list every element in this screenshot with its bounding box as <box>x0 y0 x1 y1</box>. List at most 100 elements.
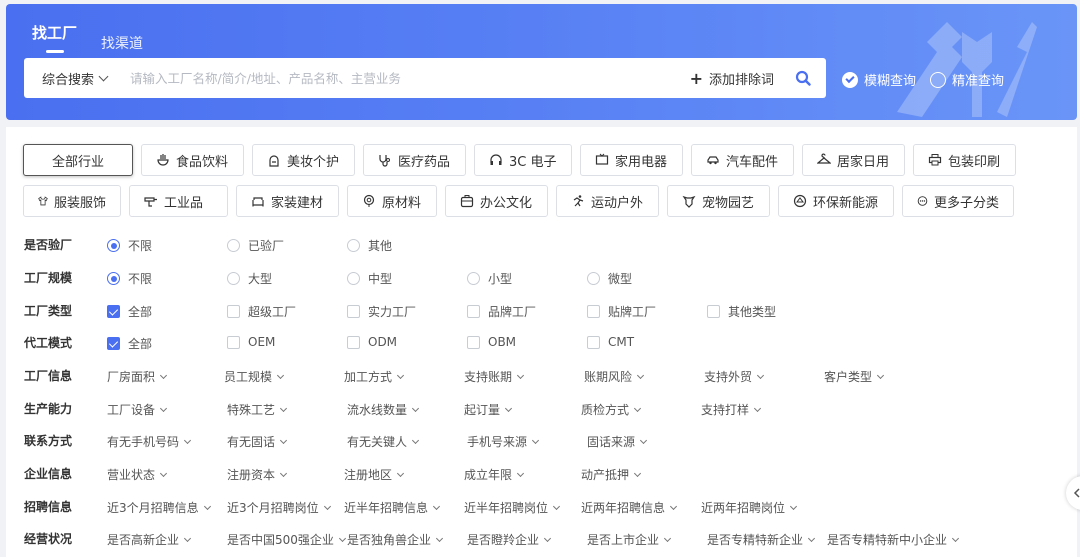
dropdown-high-tech[interactable]: 是否高新企业 <box>107 531 192 548</box>
industry-sports[interactable]: 运动户外 <box>556 185 659 217</box>
search-button[interactable] <box>788 63 818 93</box>
industry-3c[interactable]: 3C 电子 <box>474 144 572 176</box>
dropdown-payment-term[interactable]: 支持账期 <box>464 368 525 385</box>
dropdown-hiring-2y-info[interactable]: 近两年招聘信息 <box>581 499 678 516</box>
industry-household[interactable]: 居家日用 <box>802 144 905 176</box>
industry-label: 运动户外 <box>591 195 644 211</box>
industry-label: 原材料 <box>382 195 422 211</box>
chevron-down-icon <box>951 534 960 542</box>
search-scope-select[interactable]: 综合搜索 <box>24 69 122 88</box>
dropdown-equipment[interactable]: 工厂设备 <box>107 401 168 418</box>
industry-all[interactable]: 全部行业 <box>23 144 133 176</box>
dropdown-moq[interactable]: 起订量 <box>464 401 513 418</box>
dropdown-factory-area[interactable]: 厂房面积 <box>107 368 168 385</box>
dropdown-chattel-mortgage[interactable]: 动产抵押 <box>581 466 642 483</box>
checkbox-type-strength[interactable]: 实力工厂 <box>347 303 416 320</box>
filter-row-business: 经营状况 <box>24 528 107 548</box>
checkbox-oem-obm[interactable]: OBM <box>467 335 516 349</box>
filter-label: 是否验厂 <box>24 237 73 252</box>
industry-raw-material[interactable]: 原材料 <box>347 185 437 217</box>
filter-row-factory-info: 工厂信息 <box>24 365 107 385</box>
dropdown-label: 注册地区 <box>344 468 393 482</box>
dropdown-staff-size[interactable]: 员工规模 <box>224 368 285 385</box>
dropdown-line-count[interactable]: 流水线数量 <box>347 401 420 418</box>
checkbox-oem-cmt[interactable]: CMT <box>587 335 634 349</box>
dropdown-registered-capital[interactable]: 注册资本 <box>227 466 288 483</box>
checkbox-type-all[interactable]: 全部 <box>107 303 152 320</box>
exact-query-radio[interactable]: 精准查询 <box>930 70 1004 89</box>
industry-appliance[interactable]: 家用电器 <box>580 144 683 176</box>
checkbox-oem-all[interactable]: 全部 <box>107 335 152 352</box>
radio-scale-medium[interactable]: 中型 <box>347 270 392 287</box>
dropdown-mobile-source[interactable]: 手机号来源 <box>467 433 540 450</box>
add-exclude-word-button[interactable]: + 添加排除词 <box>676 69 788 88</box>
checkbox-oem-odm[interactable]: ODM <box>347 335 397 349</box>
dropdown-years-established[interactable]: 成立年限 <box>464 466 525 483</box>
search-icon <box>795 70 811 86</box>
filter-row-hiring: 招聘信息 <box>24 496 107 516</box>
dropdown-foreign-trade[interactable]: 支持外贸 <box>704 368 765 385</box>
industry-medical[interactable]: 医疗药品 <box>363 144 466 176</box>
tab-find-factory[interactable]: 找工厂 <box>32 22 77 61</box>
dropdown-gazelle[interactable]: 是否瞪羚企业 <box>467 531 552 548</box>
checkbox-type-oem-label[interactable]: 贴牌工厂 <box>587 303 656 320</box>
checkbox-type-brand[interactable]: 品牌工厂 <box>467 303 536 320</box>
dropdown-hiring-6m-posts[interactable]: 近半年招聘岗位 <box>464 499 561 516</box>
dropdown-customer-type[interactable]: 客户类型 <box>824 368 885 385</box>
dropdown-process-method[interactable]: 加工方式 <box>344 368 405 385</box>
industry-packaging[interactable]: 包装印刷 <box>913 144 1016 176</box>
industry-more-button[interactable]: 更多子分类 <box>902 185 1014 217</box>
checkbox-type-other[interactable]: 其他类型 <box>707 303 776 320</box>
dropdown-label: 加工方式 <box>344 370 393 384</box>
dropdown-hiring-3m-posts[interactable]: 近3个月招聘岗位 <box>227 499 331 516</box>
radio-scale-large[interactable]: 大型 <box>227 270 272 287</box>
dropdown-listed[interactable]: 是否上市企业 <box>587 531 672 548</box>
dropdown-specialized[interactable]: 是否专精特新企业 <box>707 531 816 548</box>
industry-building[interactable]: 家装建材 <box>236 185 339 217</box>
dropdown-sampling[interactable]: 支持打样 <box>701 401 762 418</box>
checkbox-type-super[interactable]: 超级工厂 <box>227 303 296 320</box>
industry-label: 医疗药品 <box>398 154 451 170</box>
dropdown-label: 近3个月招聘岗位 <box>227 501 319 515</box>
industry-office[interactable]: 办公文化 <box>445 185 548 217</box>
dropdown-unicorn[interactable]: 是否独角兽企业 <box>347 531 444 548</box>
radio-scale-small[interactable]: 小型 <box>467 270 512 287</box>
search-input[interactable] <box>122 70 676 86</box>
plus-icon: + <box>689 68 703 88</box>
dropdown-qc-method[interactable]: 质检方式 <box>581 401 642 418</box>
dropdown-has-mobile[interactable]: 有无手机号码 <box>107 433 192 450</box>
dropdown-hiring-6m-info[interactable]: 近半年招聘信息 <box>344 499 441 516</box>
query-mode-group: 模糊查询 精准查询 <box>842 70 1004 89</box>
dropdown-business-status[interactable]: 营业状态 <box>107 466 168 483</box>
dropdown-top500[interactable]: 是否中国500强企业 <box>227 531 346 548</box>
lipstick-icon <box>269 155 279 167</box>
radio-verified-other[interactable]: 其他 <box>347 237 392 254</box>
radio-scale-any[interactable]: 不限 <box>107 270 152 287</box>
dropdown-specialized-sme[interactable]: 是否专精特新中小企业 <box>827 531 960 548</box>
chevron-down-icon <box>396 469 405 477</box>
checkbox-oem-oem[interactable]: OEM <box>227 335 275 349</box>
dropdown-special-craft[interactable]: 特殊工艺 <box>227 401 288 418</box>
radio-verified-yes[interactable]: 已验厂 <box>227 237 284 254</box>
checkbox-icon <box>707 305 720 318</box>
dropdown-has-landline[interactable]: 有无固话 <box>227 433 288 450</box>
industry-apparel[interactable]: 服装服饰 <box>23 185 121 217</box>
dropdown-hiring-3m-info[interactable]: 近3个月招聘信息 <box>107 499 211 516</box>
fuzzy-query-radio[interactable]: 模糊查询 <box>842 70 916 89</box>
industry-industrial[interactable]: 工业品 <box>129 185 228 217</box>
radio-verified-any[interactable]: 不限 <box>107 237 152 254</box>
tab-find-channel[interactable]: 找渠道 <box>101 33 143 61</box>
dropdown-hiring-2y-posts[interactable]: 近两年招聘岗位 <box>701 499 798 516</box>
radio-scale-micro[interactable]: 微型 <box>587 270 632 287</box>
industry-pet-garden[interactable]: 宠物园艺 <box>667 185 770 217</box>
dropdown-landline-source[interactable]: 固话来源 <box>587 433 648 450</box>
industry-beauty[interactable]: 美妆个护 <box>252 144 355 176</box>
dropdown-registered-region[interactable]: 注册地区 <box>344 466 405 483</box>
industry-eco-energy[interactable]: 环保新能源 <box>778 185 894 217</box>
chevron-down-icon <box>159 371 168 379</box>
industry-auto[interactable]: 汽车配件 <box>691 144 794 176</box>
industry-food[interactable]: 食品饮料 <box>141 144 244 176</box>
dropdown-has-keyperson[interactable]: 有无关键人 <box>347 433 420 450</box>
dropdown-term-risk[interactable]: 账期风险 <box>584 368 645 385</box>
headphones-icon <box>490 154 502 165</box>
